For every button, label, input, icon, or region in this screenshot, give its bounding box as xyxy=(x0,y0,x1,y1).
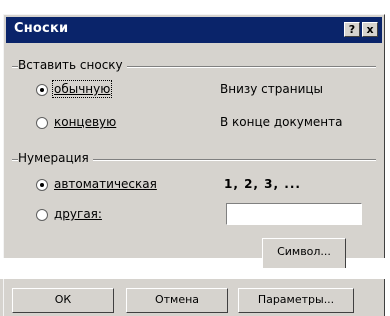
footnote-description: Внизу страницы xyxy=(220,82,324,96)
help-button[interactable]: ? xyxy=(344,22,360,37)
title-bar[interactable]: Сноски ? x xyxy=(6,17,382,43)
endnote-radio[interactable] xyxy=(36,117,48,129)
auto-number-radio[interactable] xyxy=(36,179,48,191)
footnote-dialog: Сноски ? x Вставить сноску обычную Внизу… xyxy=(3,14,385,268)
auto-number-format: 1, 2, 3, ... xyxy=(224,177,301,191)
custom-mark-input[interactable] xyxy=(226,203,362,225)
cancel-button[interactable]: Отмена xyxy=(126,288,228,313)
custom-mark-label[interactable]: другая: xyxy=(54,207,102,221)
endnote-radio-label[interactable]: концевую xyxy=(54,115,116,129)
options-button[interactable]: Параметры... xyxy=(238,288,354,313)
window-title: Сноски xyxy=(14,21,69,36)
auto-number-label[interactable]: автоматическая xyxy=(54,177,157,191)
insert-group-label: Вставить сноску xyxy=(18,58,127,72)
symbol-button[interactable]: Символ... xyxy=(262,238,346,268)
numbering-group-label: Нумерация xyxy=(18,151,93,165)
endnote-description: В конце документа xyxy=(220,115,343,129)
footnote-radio-label[interactable]: обычную xyxy=(51,80,113,98)
ok-button[interactable]: ОК xyxy=(12,288,114,313)
close-button[interactable]: x xyxy=(362,22,378,37)
footnote-radio[interactable] xyxy=(36,84,48,96)
custom-mark-radio[interactable] xyxy=(36,209,48,221)
button-bar: ОК Отмена Параметры... xyxy=(0,279,390,316)
